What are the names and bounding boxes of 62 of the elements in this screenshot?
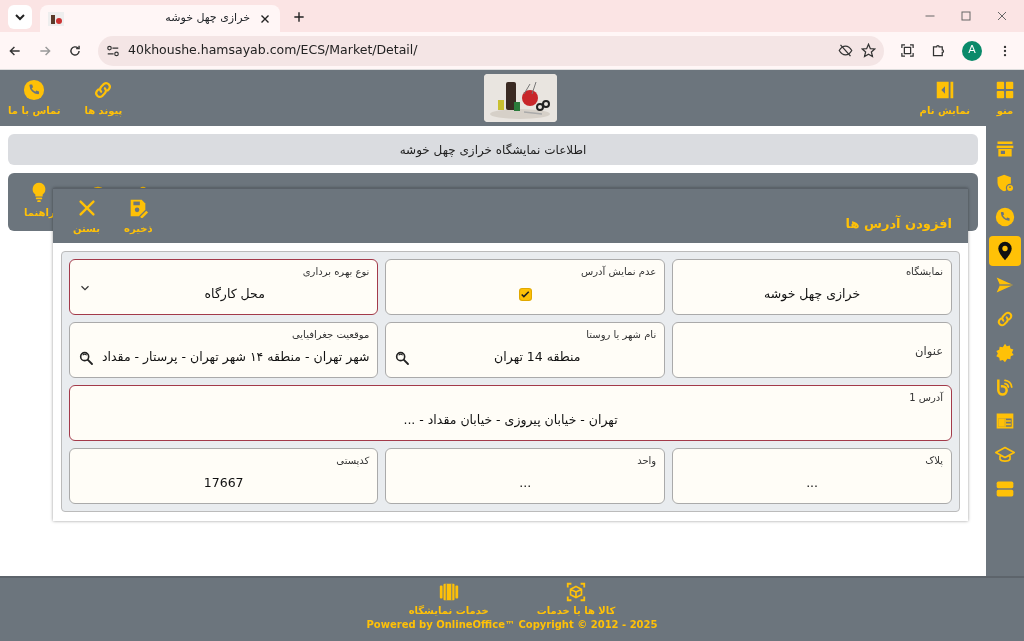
input-field[interactable]: موقعیت جغرافیایی شهر تهران - منطقه ۱۴ شهر تهران - پرستار - مقداد bbox=[69, 322, 379, 378]
field-label: موقعیت جغرافیایی bbox=[290, 328, 370, 342]
field-value: خرازی چهل خوشه bbox=[764, 285, 861, 304]
field-value: تهران - خیابان پیروزی - خیابان مقداد - ... bbox=[403, 411, 618, 430]
input-field[interactable]: پلاک ... bbox=[672, 448, 952, 504]
browser-tab[interactable]: خرازی چهل خوشه bbox=[40, 5, 280, 32]
field-value: منطقه 14 تهران bbox=[493, 348, 582, 367]
send-icon bbox=[995, 275, 1015, 295]
extensions-icon[interactable] bbox=[931, 43, 946, 58]
field-label: پلاک bbox=[924, 454, 943, 468]
field-label: واحد bbox=[636, 454, 657, 468]
avatar[interactable]: A bbox=[962, 40, 982, 61]
badge-icon bbox=[995, 343, 1015, 363]
field-label: نوع بهره برداری bbox=[301, 265, 370, 279]
field-value: شهر تهران - منطقه ۱۴ شهر تهران - پرستار - مقداد bbox=[102, 348, 370, 367]
field-label: نام شهر یا روستا bbox=[585, 328, 657, 342]
input-field[interactable]: عنوان bbox=[672, 322, 952, 378]
favicon-icon bbox=[48, 11, 64, 26]
site-info-icon[interactable] bbox=[106, 43, 120, 58]
info-bar: اطلاعات نمایشگاه خرازی چهل خوشه bbox=[8, 134, 978, 165]
field-value: 17667 bbox=[203, 474, 244, 493]
screenshot-icon[interactable] bbox=[900, 43, 915, 58]
input-field[interactable]: نوع بهره برداری محل کارگاه bbox=[69, 259, 379, 315]
reload-icon[interactable] bbox=[68, 43, 82, 58]
eye-slash-icon[interactable] bbox=[838, 43, 853, 58]
field-label: نمایشگاه bbox=[904, 265, 943, 279]
maximize-icon[interactable] bbox=[960, 10, 972, 22]
input-field[interactable]: آدرس 1 تهران - خیابان پیروزی - خیابان مقداد - ... bbox=[69, 385, 952, 441]
phone-icon bbox=[995, 207, 1015, 227]
phone-icon bbox=[23, 79, 46, 101]
copyright-text: Powered by OnlineOffice™ Copyright © 2012 - 2025 bbox=[366, 618, 658, 632]
input-field[interactable]: واحد ... bbox=[385, 448, 666, 504]
new-tab-icon[interactable] bbox=[292, 10, 306, 24]
layout-icon bbox=[995, 411, 1015, 431]
graduation-cap-icon bbox=[995, 445, 1015, 465]
tab-title: خرازی چهل خوشه bbox=[164, 10, 250, 27]
feed-icon bbox=[995, 377, 1015, 397]
carousel-icon bbox=[437, 581, 460, 603]
map-pin-icon bbox=[995, 241, 1015, 261]
sidebar-item[interactable] bbox=[989, 236, 1021, 266]
field-label: عنوان bbox=[914, 343, 943, 360]
link-icon bbox=[995, 309, 1015, 329]
field-label: کدپستی bbox=[335, 454, 370, 468]
field-value: ... bbox=[806, 474, 819, 493]
field-value: محل کارگاه bbox=[203, 285, 266, 304]
star-icon[interactable] bbox=[861, 43, 876, 58]
search-icon bbox=[78, 349, 94, 366]
search-icon bbox=[394, 349, 411, 366]
grid-icon bbox=[994, 79, 1016, 101]
field-label: عدم نمایش آدرس bbox=[580, 264, 657, 279]
tab-list-button[interactable] bbox=[8, 5, 32, 29]
input-field[interactable]: نمایشگاه خرازی چهل خوشه bbox=[672, 259, 952, 315]
store-icon bbox=[995, 139, 1015, 159]
field-label: آدرس 1 bbox=[908, 390, 943, 405]
cube-icon bbox=[565, 581, 588, 603]
field-value: ... bbox=[519, 474, 532, 493]
dialog-title: افزودن آدرس ها bbox=[845, 214, 952, 234]
input-field[interactable]: عدم نمایش آدرس bbox=[385, 259, 666, 315]
bars-icon bbox=[995, 479, 1015, 499]
shield-icon bbox=[995, 173, 1015, 193]
input-field[interactable]: نام شهر یا روستا منطقه 14 تهران bbox=[385, 322, 666, 378]
checkbox[interactable] bbox=[518, 288, 532, 301]
